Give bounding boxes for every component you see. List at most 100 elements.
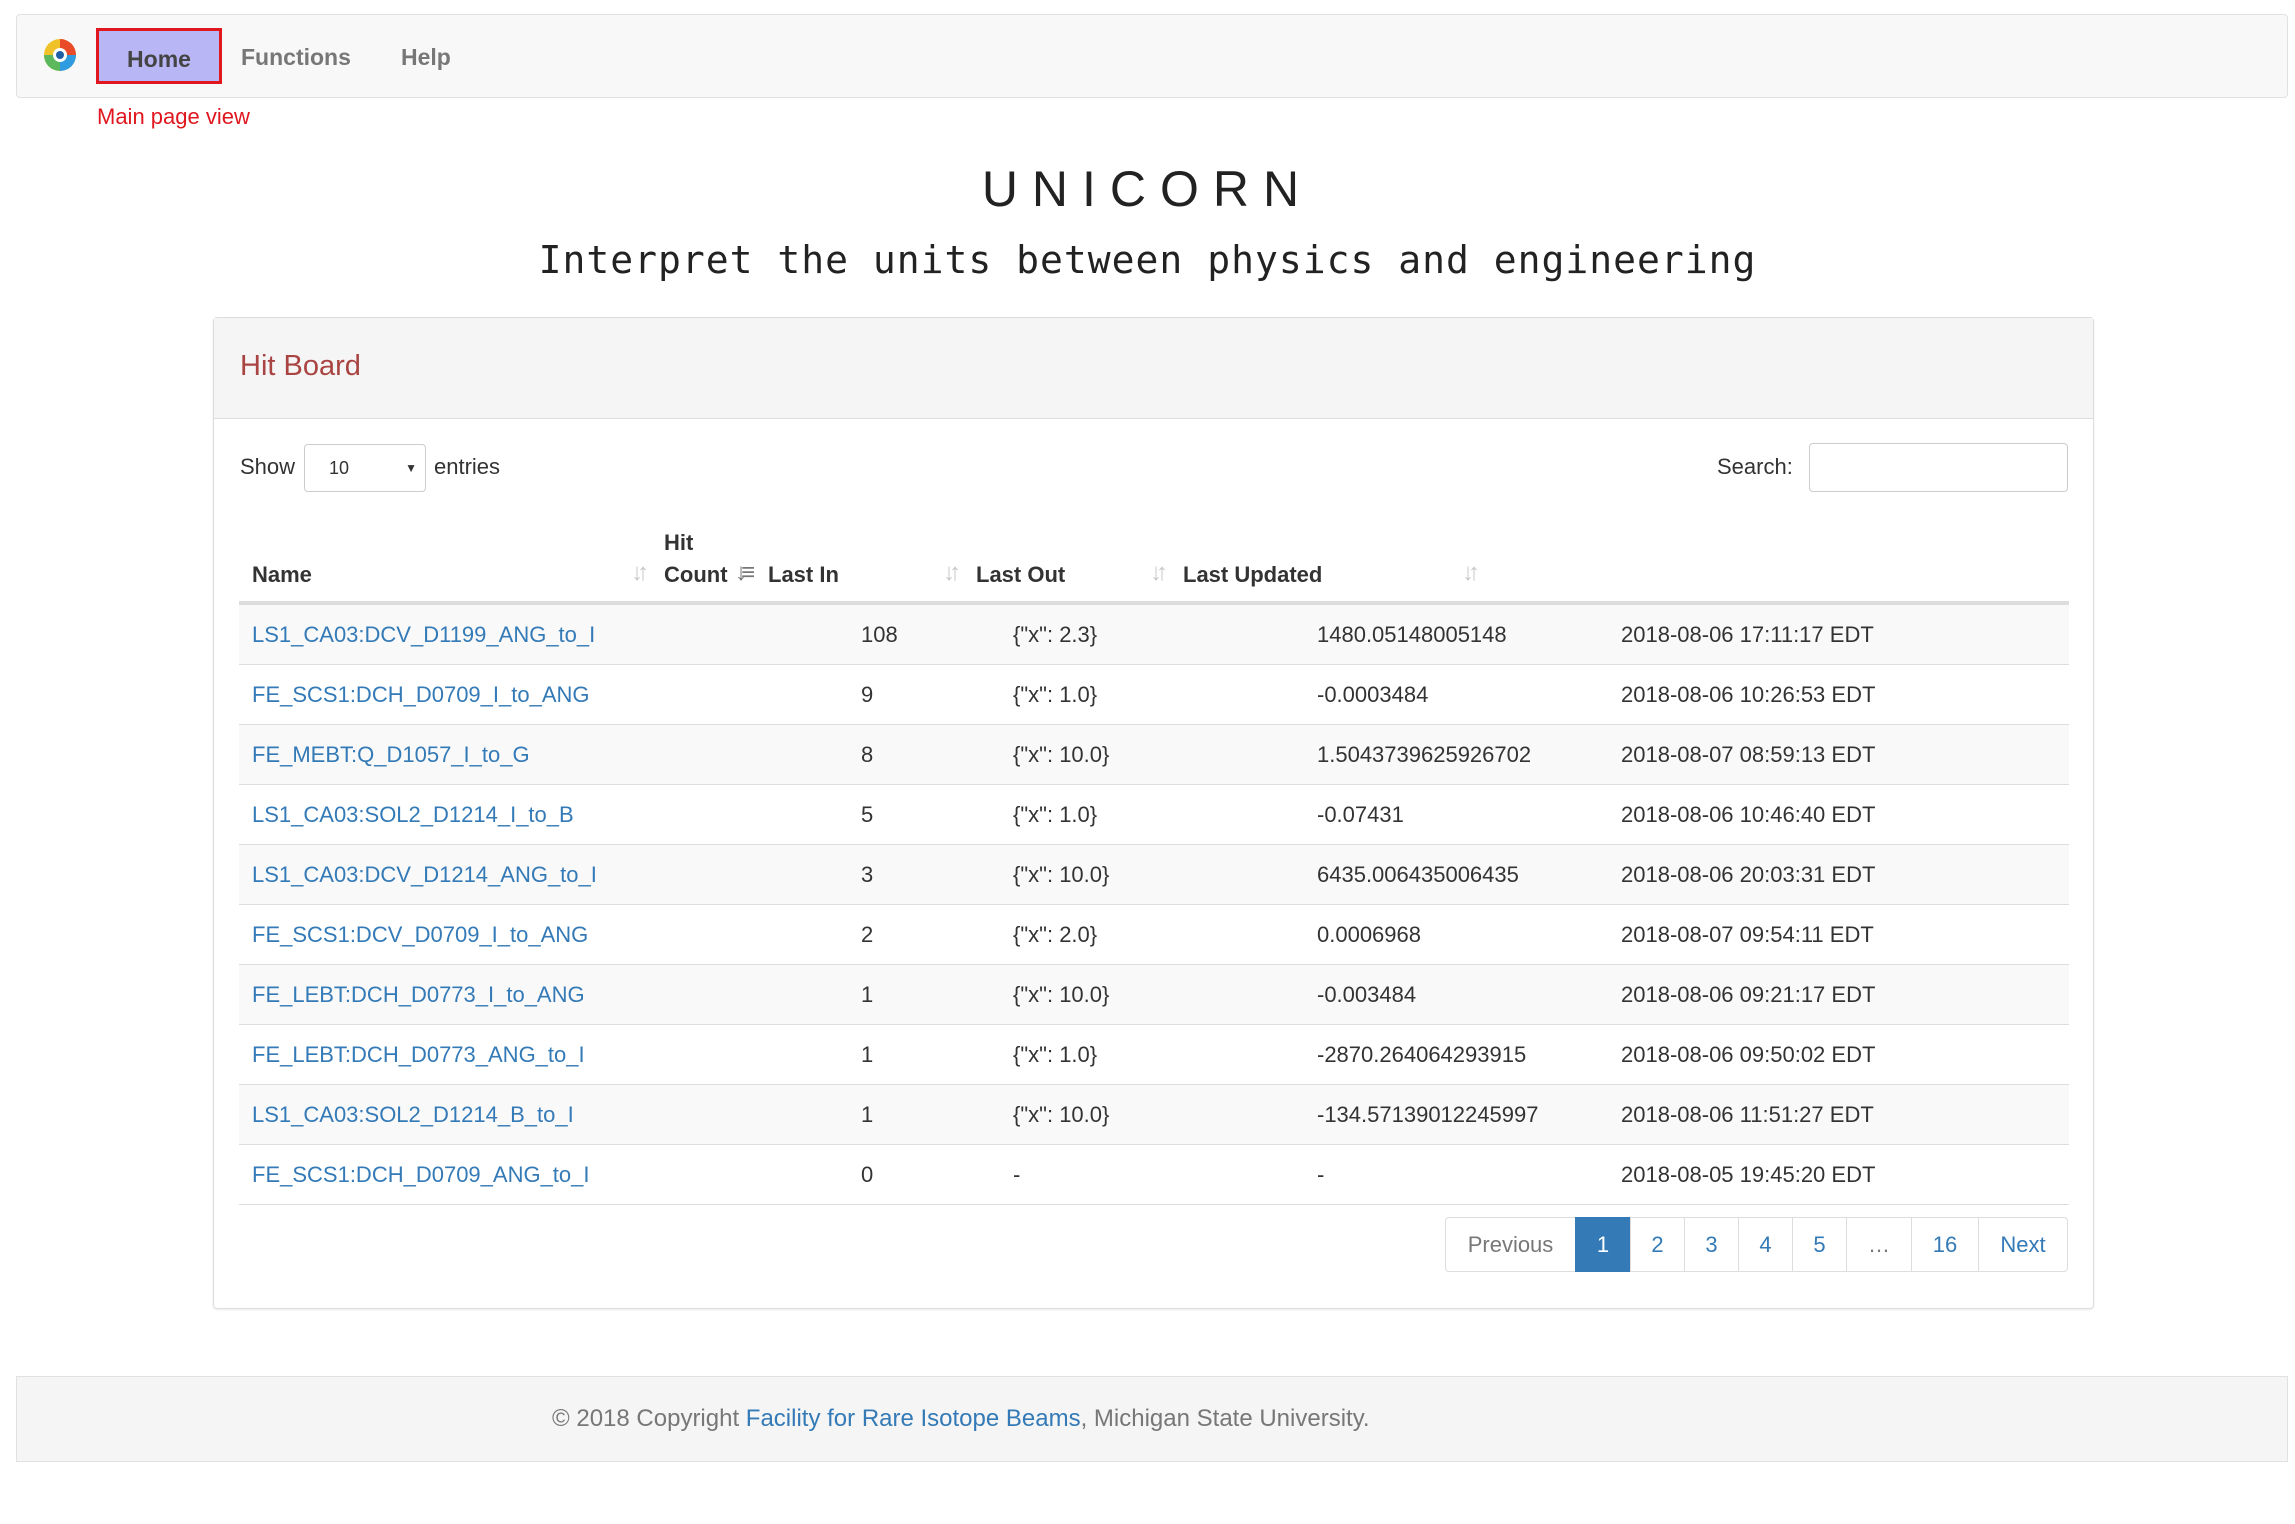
panel-heading: Hit Board: [214, 318, 2093, 419]
column-header-last-updated[interactable]: Last Updated: [1183, 559, 1322, 591]
page-4[interactable]: 4: [1738, 1217, 1793, 1272]
row-name-link[interactable]: FE_SCS1:DCH_D0709_I_to_ANG: [252, 665, 590, 725]
column-header-name[interactable]: Name: [252, 559, 312, 591]
footer: © 2018 Copyright Facility for Rare Isoto…: [16, 1376, 2288, 1462]
entries-select[interactable]: 10 ▼: [304, 444, 426, 492]
page-2[interactable]: 2: [1630, 1217, 1685, 1272]
row-last-in: -: [1013, 1162, 1021, 1187]
row-last-updated: 2018-08-07 08:59:13 EDT: [1621, 742, 1876, 767]
page-3[interactable]: 3: [1684, 1217, 1739, 1272]
show-label: Show: [240, 454, 296, 479]
row-name-link[interactable]: FE_LEBT:DCH_D0773_ANG_to_I: [252, 1025, 585, 1085]
table-row: FE_SCS1:DCV_D0709_I_to_ANG 2 {"x": 2.0} 0.0…: [239, 905, 2069, 965]
row-name-link[interactable]: FE_LEBT:DCH_D0773_I_to_ANG: [252, 965, 585, 1025]
column-header-last-in[interactable]: Last In: [768, 559, 839, 591]
row-name-link[interactable]: FE_MEBT:Q_D1057_I_to_G: [252, 725, 530, 785]
row-last-out: -0.0003484: [1317, 682, 1429, 707]
page-title: UNICORN: [981, 161, 1314, 217]
row-last-in: {"x": 1.0}: [1013, 802, 1098, 827]
row-last-in: {"x": 2.0}: [1013, 922, 1098, 947]
row-hit-count: 8: [861, 742, 874, 767]
sort-desc-icon[interactable]: ↓≡: [735, 559, 755, 587]
unicorn-logo-icon[interactable]: [42, 37, 78, 73]
table-body: LS1_CA03:DCV_D1199_ANG_to_I 108 {"x": 2.3}…: [239, 605, 2069, 1205]
entries-label: entries: [434, 454, 501, 479]
page-subtitle: Interpret the units between physics and …: [538, 238, 1757, 282]
row-hit-count: 0: [861, 1162, 874, 1187]
row-last-out: 0.0006968: [1317, 922, 1421, 947]
sort-both-icon[interactable]: ↓↑: [1462, 559, 1480, 587]
row-last-out: 6435.006435006435: [1317, 862, 1519, 887]
row-last-updated: 2018-08-06 11:51:27 EDT: [1621, 1102, 1874, 1127]
pagination-previous[interactable]: Previous: [1445, 1217, 1576, 1272]
row-name-link[interactable]: LS1_CA03:DCV_D1199_ANG_to_I: [252, 605, 595, 665]
row-name-link[interactable]: FE_SCS1:DCV_D0709_I_to_ANG: [252, 905, 588, 965]
row-last-out: 1.5043739625926702: [1317, 742, 1532, 767]
sort-both-icon[interactable]: ↓↑: [943, 559, 961, 587]
pagination-next[interactable]: Next: [1978, 1217, 2068, 1272]
row-last-in: {"x": 10.0}: [1013, 1102, 1110, 1127]
row-last-out: -: [1317, 1162, 1325, 1187]
row-last-in: {"x": 2.3}: [1013, 622, 1098, 647]
navbar: Home Functions Help: [16, 14, 2288, 98]
row-hit-count: 1: [861, 1042, 874, 1067]
row-name-link[interactable]: LS1_CA03:SOL2_D1214_B_to_I: [252, 1085, 574, 1145]
footer-text: © 2018 Copyright Facility for Rare Isoto…: [552, 1377, 1370, 1461]
row-last-in: {"x": 10.0}: [1013, 862, 1110, 887]
page-ellipsis: …: [1846, 1217, 1912, 1272]
row-last-updated: 2018-08-06 10:26:53 EDT: [1621, 682, 1876, 707]
row-hit-count: 3: [861, 862, 874, 887]
caret-down-icon: ▼: [405, 461, 417, 475]
row-last-out: 1480.05148005148: [1317, 622, 1507, 647]
page-1[interactable]: 1: [1575, 1217, 1631, 1272]
row-last-out: -0.003484: [1317, 982, 1417, 1007]
row-name-link[interactable]: LS1_CA03:SOL2_D1214_I_to_B: [252, 785, 574, 845]
table-row: LS1_CA03:DCV_D1214_ANG_to_I 3 {"x": 10.0} 6…: [239, 845, 2069, 905]
row-last-updated: 2018-08-06 09:21:17 EDT: [1621, 982, 1876, 1007]
nav-help[interactable]: Help: [401, 15, 451, 99]
row-hit-count: 9: [861, 682, 874, 707]
table-row: FE_LEBT:DCH_D0773_I_to_ANG 1 {"x": 10.0} -0…: [239, 965, 2069, 1025]
search-input[interactable]: [1809, 443, 2068, 492]
table-row: LS1_CA03:SOL2_D1214_B_to_I 1 {"x": 10.0} -1…: [239, 1085, 2069, 1145]
row-last-updated: 2018-08-05 19:45:20 EDT: [1621, 1162, 1876, 1187]
row-last-updated: 2018-08-07 09:54:11 EDT: [1621, 922, 1874, 947]
row-name-link[interactable]: FE_SCS1:DCH_D0709_ANG_to_I: [252, 1145, 590, 1205]
table-row: FE_LEBT:DCH_D0773_ANG_to_I 1 {"x": 1.0} -28…: [239, 1025, 2069, 1085]
pagination: Previous 1 2 3 4 5 … 16 Next: [1445, 1217, 2068, 1272]
sort-both-icon[interactable]: ↓↑: [631, 559, 649, 587]
table-row: LS1_CA03:SOL2_D1214_I_to_B 5 {"x": 1.0} -0.…: [239, 785, 2069, 845]
row-hit-count: 5: [861, 802, 874, 827]
row-last-out: -0.07431: [1317, 802, 1404, 827]
page-16[interactable]: 16: [1911, 1217, 1979, 1272]
table-row: FE_MEBT:Q_D1057_I_to_G 8 {"x": 10.0} 1.5043…: [239, 725, 2069, 785]
nav-home[interactable]: Home: [96, 28, 222, 84]
row-last-out: -134.57139012245997: [1317, 1102, 1539, 1127]
nav-functions[interactable]: Functions: [241, 15, 351, 99]
row-last-in: {"x": 10.0}: [1013, 742, 1110, 767]
panel-title: Hit Board: [240, 350, 361, 382]
row-hit-count: 108: [861, 622, 898, 647]
row-hit-count: 2: [861, 922, 874, 947]
row-last-updated: 2018-08-06 20:03:31 EDT: [1621, 862, 1876, 887]
row-last-in: {"x": 1.0}: [1013, 1042, 1098, 1067]
row-last-in: {"x": 10.0}: [1013, 982, 1110, 1007]
row-hit-count: 1: [861, 1102, 874, 1127]
table-row: LS1_CA03:DCV_D1199_ANG_to_I 108 {"x": 2.3}…: [239, 605, 2069, 665]
entries-select-value: 10: [329, 458, 350, 478]
column-header-last-out[interactable]: Last Out: [976, 559, 1065, 591]
table-header: Name ↓↑ Hit Count ↓≡ Last In ↓↑ Last Out…: [239, 498, 2069, 605]
row-last-updated: 2018-08-06 17:11:17 EDT: [1621, 622, 1874, 647]
row-last-in: {"x": 1.0}: [1013, 682, 1098, 707]
page-5[interactable]: 5: [1792, 1217, 1847, 1272]
footer-university: , Michigan State University.: [1080, 1405, 1370, 1432]
search-label: Search:: [1717, 454, 1793, 479]
row-name-link[interactable]: LS1_CA03:DCV_D1214_ANG_to_I: [252, 845, 597, 905]
sort-both-icon[interactable]: ↓↑: [1150, 559, 1168, 587]
footer-frib-link[interactable]: Facility for Rare Isotope Beams: [746, 1405, 1081, 1432]
table-row: FE_SCS1:DCH_D0709_I_to_ANG 9 {"x": 1.0} -0.…: [239, 665, 2069, 725]
column-header-hit-count[interactable]: Hit Count: [664, 527, 744, 591]
footer-copyright: © 2018 Copyright: [552, 1405, 746, 1432]
row-last-updated: 2018-08-06 10:46:40 EDT: [1621, 802, 1876, 827]
row-last-out: -2870.264064293915: [1317, 1042, 1527, 1067]
